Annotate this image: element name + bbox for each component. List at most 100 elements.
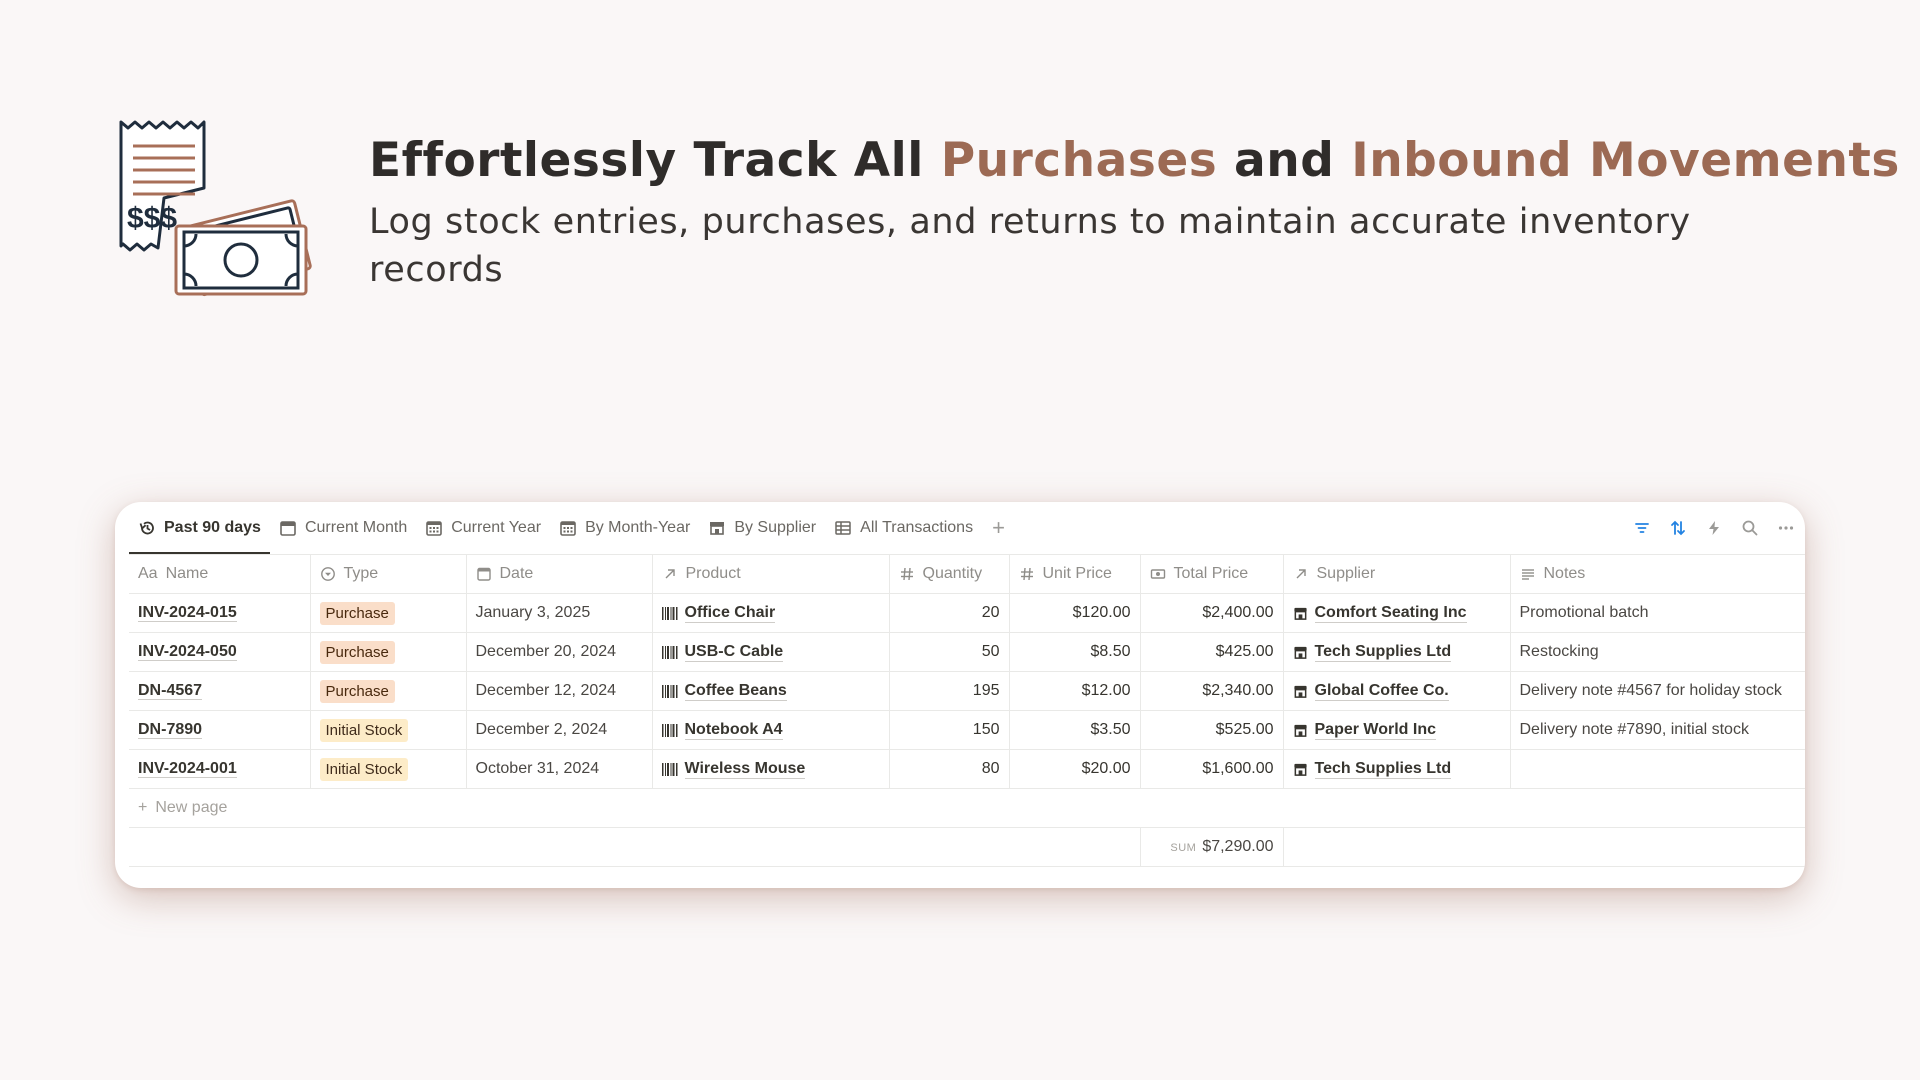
cell-type[interactable]: Initial Stock xyxy=(310,749,467,789)
tab-current-month[interactable]: Current Month xyxy=(270,502,416,554)
cell-total-price[interactable]: $1,600.00 xyxy=(1140,749,1284,789)
cell-date[interactable]: October 31, 2024 xyxy=(466,749,653,789)
tab-all-transactions[interactable]: All Transactions xyxy=(825,502,982,554)
relation-arrow-icon xyxy=(665,569,675,579)
cell-date[interactable]: January 3, 2025 xyxy=(466,593,653,633)
product-link: USB-C Cable xyxy=(684,643,784,662)
receipt-money-icon: $$$ xyxy=(118,118,318,298)
tab-label: Past 90 days xyxy=(164,519,261,536)
tab-label: By Supplier xyxy=(734,519,817,536)
cell-supplier[interactable]: Global Coffee Co. xyxy=(1283,671,1511,711)
cell-date[interactable]: December 2, 2024 xyxy=(466,710,653,750)
database-card: Past 90 days Current Month Current Year … xyxy=(115,502,1805,888)
cell-product[interactable]: Office Chair xyxy=(652,593,890,633)
new-page-label: New page xyxy=(155,799,228,816)
table-row[interactable]: DN-4567 Purchase December 12, 2024 Coffee B… xyxy=(129,671,1805,711)
cell-name[interactable]: INV-2024-050 xyxy=(129,632,311,672)
cell-type[interactable]: Purchase xyxy=(310,632,467,672)
cell-supplier[interactable]: Comfort Seating Inc xyxy=(1283,593,1511,633)
column-header-product[interactable]: Product xyxy=(652,554,890,594)
cell-type[interactable]: Initial Stock xyxy=(310,710,467,750)
column-header-unit-price[interactable]: Unit Price xyxy=(1009,554,1141,594)
cell-type[interactable]: Purchase xyxy=(310,671,467,711)
new-page-row[interactable]: + New page xyxy=(129,788,1805,828)
cell-total-price[interactable]: $2,340.00 xyxy=(1140,671,1284,711)
cell-total-price[interactable]: $525.00 xyxy=(1140,710,1284,750)
filter-icon[interactable] xyxy=(1633,519,1651,537)
cell-date[interactable]: December 12, 2024 xyxy=(466,671,653,711)
cell-name[interactable]: INV-2024-015 xyxy=(129,593,311,633)
cell-unit-price[interactable]: $3.50 xyxy=(1009,710,1141,750)
store-icon xyxy=(1293,763,1307,776)
barcode-icon xyxy=(661,645,677,659)
cell-total-price[interactable]: $2,400.00 xyxy=(1140,593,1284,633)
add-view-button[interactable]: + xyxy=(982,502,1015,554)
cell-quantity[interactable]: 20 xyxy=(889,593,1010,633)
more-icon[interactable] xyxy=(1777,519,1795,537)
column-header-type[interactable]: Type xyxy=(310,554,467,594)
lightning-icon[interactable] xyxy=(1705,519,1723,537)
hero-text: Effortlessly Track All Purchases and Inb… xyxy=(369,130,1899,294)
cell-quantity[interactable]: 195 xyxy=(889,671,1010,711)
tab-by-month-year[interactable]: By Month-Year xyxy=(550,502,699,554)
cell-supplier[interactable]: Paper World Inc xyxy=(1283,710,1511,750)
cell-notes[interactable]: Delivery note #7890, initial stock xyxy=(1510,710,1805,750)
cell-supplier[interactable]: Tech Supplies Ltd xyxy=(1283,632,1511,672)
column-header-quantity[interactable]: Quantity xyxy=(889,554,1010,594)
cell-quantity[interactable]: 150 xyxy=(889,710,1010,750)
cell-type[interactable]: Purchase xyxy=(310,593,467,633)
cell-product[interactable]: Coffee Beans xyxy=(652,671,890,711)
column-header-supplier[interactable]: Supplier xyxy=(1283,554,1511,594)
type-tag: Initial Stock xyxy=(319,718,409,742)
tab-past-90-days[interactable]: Past 90 days xyxy=(129,502,270,554)
supplier-link: Global Coffee Co. xyxy=(1314,682,1449,701)
cell-product[interactable]: USB-C Cable xyxy=(652,632,890,672)
product-link: Wireless Mouse xyxy=(684,760,806,779)
column-header-name[interactable]: Aa Name xyxy=(129,554,311,594)
number-icon xyxy=(900,567,913,581)
column-header-notes[interactable]: Notes xyxy=(1510,554,1805,594)
cell-supplier[interactable]: Tech Supplies Ltd xyxy=(1283,749,1511,789)
cell-notes[interactable]: Delivery note #4567 for holiday stock xyxy=(1510,671,1805,711)
cell-notes[interactable]: Promotional batch xyxy=(1510,593,1805,633)
sum-row: SUM $7,290.00 xyxy=(129,827,1805,867)
store-icon xyxy=(1293,646,1307,659)
cell-product[interactable]: Notebook A4 xyxy=(652,710,890,750)
tab-label: All Transactions xyxy=(860,519,974,536)
cell-notes[interactable]: Restocking xyxy=(1510,632,1805,672)
table-row[interactable]: INV-2024-050 Purchase December 20, 2024 USB… xyxy=(129,632,1805,672)
cell-notes[interactable] xyxy=(1510,749,1805,789)
cell-quantity[interactable]: 80 xyxy=(889,749,1010,789)
store-icon xyxy=(1293,685,1307,698)
cell-unit-price[interactable]: $12.00 xyxy=(1009,671,1141,711)
table-row[interactable]: DN-7890 Initial Stock December 2, 2024 Note… xyxy=(129,710,1805,750)
type-tag: Purchase xyxy=(319,601,395,625)
cell-date[interactable]: December 20, 2024 xyxy=(466,632,653,672)
table-row[interactable]: INV-2024-015 Purchase January 3, 2025 Offic… xyxy=(129,593,1805,633)
store-icon xyxy=(1293,607,1307,620)
transactions-table: Aa Name Type Date Product Quantity Unit P… xyxy=(129,554,1805,867)
supplier-link: Tech Supplies Ltd xyxy=(1314,760,1452,779)
cell-unit-price[interactable]: $20.00 xyxy=(1009,749,1141,789)
tab-by-supplier[interactable]: By Supplier xyxy=(699,502,825,554)
barcode-icon xyxy=(661,723,677,737)
cell-name[interactable]: INV-2024-001 xyxy=(129,749,311,789)
view-tabs: Past 90 days Current Month Current Year … xyxy=(129,502,1791,554)
cell-quantity[interactable]: 50 xyxy=(889,632,1010,672)
cell-unit-price[interactable]: $8.50 xyxy=(1009,632,1141,672)
table-row[interactable]: INV-2024-001 Initial Stock October 31, 202… xyxy=(129,749,1805,789)
cell-total-price[interactable]: $425.00 xyxy=(1140,632,1284,672)
plus-icon: + xyxy=(138,799,148,816)
cell-product[interactable]: Wireless Mouse xyxy=(652,749,890,789)
table-header-row: Aa Name Type Date Product Quantity Unit P… xyxy=(129,554,1805,594)
column-header-date[interactable]: Date xyxy=(466,554,653,594)
svg-text:$$$: $$$ xyxy=(127,202,177,235)
cell-unit-price[interactable]: $120.00 xyxy=(1009,593,1141,633)
tab-current-year[interactable]: Current Year xyxy=(416,502,550,554)
sort-icon[interactable] xyxy=(1669,519,1687,537)
cell-name[interactable]: DN-7890 xyxy=(129,710,311,750)
cell-name[interactable]: DN-4567 xyxy=(129,671,311,711)
search-icon[interactable] xyxy=(1741,519,1759,537)
total-price-sum[interactable]: SUM $7,290.00 xyxy=(1140,827,1284,867)
column-header-total-price[interactable]: Total Price xyxy=(1140,554,1284,594)
